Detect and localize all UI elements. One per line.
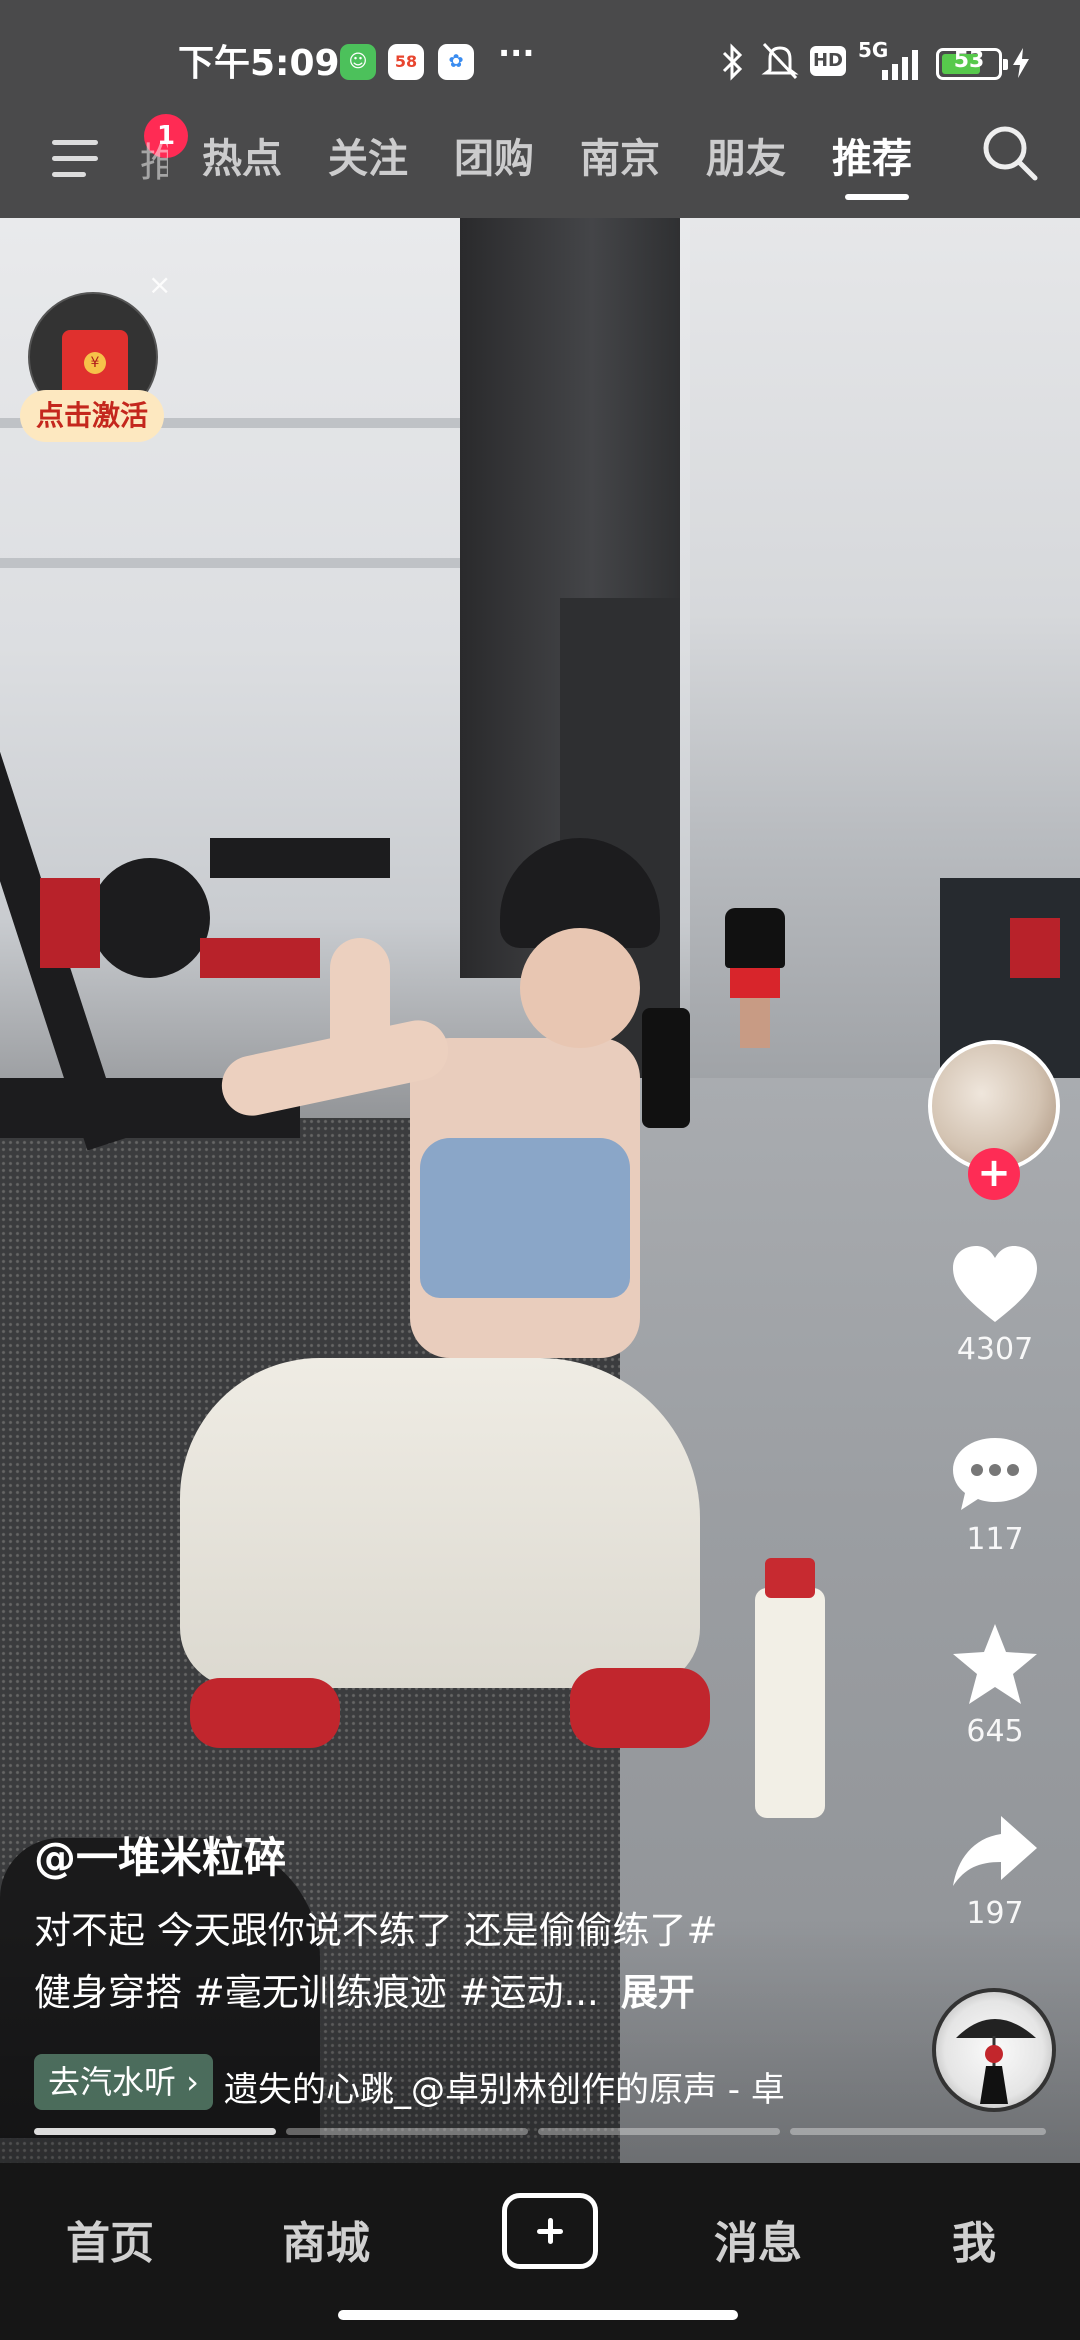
menu-button[interactable]: 1 [48, 114, 188, 196]
more-notifications: ··· [498, 34, 535, 72]
nav-mall[interactable]: 商城 [282, 2207, 370, 2271]
favorite-button[interactable]: 645 [940, 1620, 1050, 1749]
search-button[interactable] [975, 118, 1045, 188]
nav-me[interactable]: 我 [952, 2207, 996, 2271]
tab-friends[interactable]: 朋友 [706, 126, 786, 184]
battery-indicator: 53 [936, 48, 1008, 80]
active-tab-indicator [845, 194, 909, 200]
expand-caption-link[interactable]: 展开 [621, 1971, 695, 2014]
search-icon [983, 126, 1038, 181]
progress-segment [286, 2128, 528, 2135]
progress-segment [538, 2128, 780, 2135]
tab-city-nanjing[interactable]: 南京 [580, 126, 660, 184]
charging-icon [1013, 48, 1029, 78]
red-packet-widget[interactable]: ¥ 点击激活 [20, 286, 164, 446]
hd-badge: HD [810, 46, 846, 76]
like-count: 4307 [956, 1332, 1034, 1367]
tab-hidden-scrolled[interactable]: 推荐 [140, 130, 168, 188]
music-title[interactable]: 遗失的心跳_@卓别林创作的原声 - 卓 [224, 2062, 884, 2111]
home-indicator[interactable] [338, 2310, 738, 2320]
mute-bell-icon [761, 42, 799, 80]
umbrella-figure-icon [956, 2019, 1036, 2104]
caption-line: 对不起 今天跟你说不练了 还是偷偷练了# [34, 1909, 718, 1952]
top-nav: 1 推荐 热点 关注 团购 南京 朋友 推荐 [0, 114, 1080, 218]
share-count: 197 [966, 1896, 1024, 1931]
gym-machine [1010, 918, 1060, 978]
progress-segment [790, 2128, 1046, 2135]
heart-icon [953, 1246, 1037, 1322]
like-button[interactable]: 4307 [940, 1242, 1050, 1367]
music-disc-icon[interactable] [932, 1988, 1056, 2112]
comment-icon [953, 1438, 1037, 1510]
gym-machine [40, 878, 100, 968]
nav-messages[interactable]: 消息 [714, 2207, 802, 2271]
tab-group-buy[interactable]: 团购 [454, 126, 534, 184]
tab-recommended[interactable]: 推荐 [832, 126, 912, 184]
comment-button[interactable]: 117 [940, 1432, 1050, 1557]
battery-level: 53 [953, 48, 985, 73]
ceiling-beam [0, 558, 460, 568]
video-caption[interactable]: 对不起 今天跟你说不练了 还是偷偷练了# 健身穿搭 #毫无训练痕迹 #运动...… [34, 1900, 864, 2024]
status-bar: 下午5:09 ☺ 58 ✿ ··· HD 5G 53 [0, 0, 1080, 118]
caption-line: 健身穿搭 #毫无训练痕迹 #运动... 展开 [34, 1962, 864, 2024]
share-arrow-icon [953, 1816, 1037, 1886]
create-post-button[interactable] [502, 2193, 598, 2269]
tab-hot[interactable]: 热点 [202, 126, 282, 184]
video-subject [180, 838, 740, 1928]
red-packet-close-button[interactable]: × [148, 268, 171, 301]
wechat-icon: ☺ [340, 44, 376, 80]
star-icon [953, 1624, 1037, 1704]
bluetooth-icon [722, 43, 743, 81]
yuan-seal: ¥ [84, 352, 106, 374]
author-name[interactable]: @一堆米粒碎 [34, 1824, 286, 1885]
follow-button[interactable]: + [968, 1148, 1020, 1200]
58-app-icon: 58 [388, 44, 424, 80]
red-packet-activate-label: 点击激活 [20, 390, 164, 442]
nav-home[interactable]: 首页 [66, 2207, 154, 2271]
open-in-qishui-button[interactable]: 去汽水听 › [34, 2054, 213, 2110]
progress-segment [34, 2128, 276, 2135]
comment-count: 117 [966, 1522, 1024, 1557]
share-button[interactable]: 197 [940, 1810, 1050, 1931]
tab-following[interactable]: 关注 [328, 126, 408, 184]
caption-line-text: 健身穿搭 #毫无训练痕迹 #运动... [34, 1971, 599, 2014]
author-avatar[interactable]: + [928, 1040, 1064, 1200]
status-time: 下午5:09 [178, 43, 340, 84]
favorite-count: 645 [966, 1714, 1024, 1749]
cloud-app-icon: ✿ [438, 44, 474, 80]
signal-icon [882, 50, 918, 80]
water-bottle [755, 1558, 825, 1818]
